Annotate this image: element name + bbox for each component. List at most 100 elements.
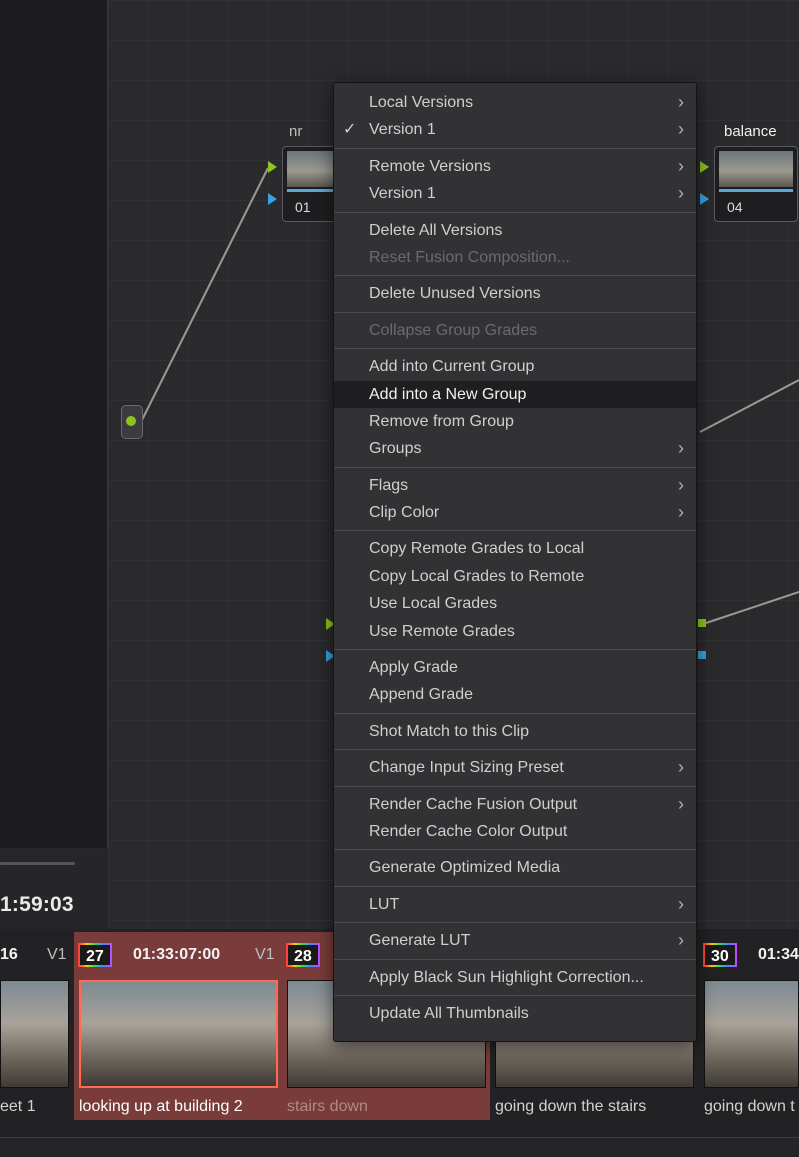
clip-track: V1: [47, 946, 67, 963]
menu-separator: [334, 885, 696, 887]
node-alpha-input-port[interactable]: [268, 193, 277, 205]
submenu-arrow-icon: ›: [678, 92, 684, 112]
menu-item-label: Shot Match to this Clip: [369, 722, 530, 740]
node-rgb-input-port[interactable]: [700, 161, 709, 173]
menu-item-label: Use Local Grades: [369, 595, 498, 613]
node-label-nr: nr: [289, 123, 303, 140]
menu-item-label: Append Grade: [369, 686, 474, 704]
menu-item-label: Render Cache Color Output: [369, 822, 568, 840]
clip-thumbnail-selected[interactable]: [79, 980, 278, 1088]
menu-item-clip-color[interactable]: Clip Color ›: [334, 499, 696, 526]
menu-item-local-versions[interactable]: Local Versions ›: [334, 89, 696, 116]
node-alpha-output-port[interactable]: [698, 651, 706, 659]
node-bar: [719, 189, 793, 192]
node-rgb-input-port[interactable]: [268, 161, 277, 173]
viewer-scrub-bar[interactable]: [0, 862, 75, 865]
clip-track: V1: [255, 946, 275, 963]
menu-item-local-version-1[interactable]: ✓ Version 1 ›: [334, 116, 696, 143]
menu-item-reset-fusion-composition: Reset Fusion Composition...: [334, 244, 696, 271]
menu-item-use-local-grades[interactable]: Use Local Grades: [334, 590, 696, 617]
menu-item-shot-match[interactable]: Shot Match to this Clip: [334, 718, 696, 745]
clip-timecode: 01:33:07:00: [133, 946, 221, 963]
node-bar: [287, 189, 339, 192]
menu-item-label: Delete Unused Versions: [369, 285, 541, 303]
menu-item-collapse-group-grades: Collapse Group Grades: [334, 317, 696, 344]
menu-item-copy-remote-to-local[interactable]: Copy Remote Grades to Local: [334, 535, 696, 562]
menu-separator: [334, 849, 696, 851]
menu-item-append-grade[interactable]: Append Grade: [334, 681, 696, 708]
menu-item-label: Version 1: [369, 121, 436, 139]
menu-separator: [334, 466, 696, 468]
menu-item-label: Use Remote Grades: [369, 622, 515, 640]
menu-item-label: Generate LUT: [369, 932, 471, 950]
menu-item-generate-lut[interactable]: Generate LUT ›: [334, 927, 696, 954]
context-menu: Local Versions › ✓ Version 1 › Remote Versi…: [333, 82, 697, 1042]
menu-item-remove-from-group[interactable]: Remove from Group: [334, 408, 696, 435]
timeline-footer: [0, 1137, 799, 1157]
menu-item-label: Clip Color: [369, 504, 440, 522]
menu-separator: [334, 275, 696, 277]
clip-number-badge: 27: [78, 943, 112, 967]
node-balance[interactable]: 04: [714, 146, 798, 222]
menu-item-label: Change Input Sizing Preset: [369, 759, 564, 777]
menu-item-use-remote-grades[interactable]: Use Remote Grades: [334, 618, 696, 645]
submenu-arrow-icon: ›: [678, 757, 684, 778]
menu-item-label: Copy Remote Grades to Local: [369, 540, 585, 558]
node-rgb-output-port[interactable]: [698, 619, 706, 627]
menu-item-generate-optimized-media[interactable]: Generate Optimized Media: [334, 854, 696, 881]
submenu-arrow-icon: ›: [678, 438, 684, 459]
menu-item-delete-all-versions[interactable]: Delete All Versions: [334, 217, 696, 244]
menu-item-render-cache-fusion-output[interactable]: Render Cache Fusion Output ›: [334, 791, 696, 818]
menu-item-render-cache-color-output[interactable]: Render Cache Color Output: [334, 818, 696, 845]
submenu-arrow-icon: ›: [678, 930, 684, 951]
clip-number-badge: 30: [703, 943, 737, 967]
menu-item-apply-black-sun[interactable]: Apply Black Sun Highlight Correction...: [334, 964, 696, 991]
viewer-transport-area: [0, 849, 107, 929]
menu-item-label: Local Versions: [369, 94, 474, 111]
menu-item-change-input-sizing-preset[interactable]: Change Input Sizing Preset ›: [334, 754, 696, 781]
menu-separator: [334, 211, 696, 213]
menu-item-update-all-thumbnails[interactable]: Update All Thumbnails: [334, 1000, 696, 1027]
menu-separator: [334, 348, 696, 350]
submenu-arrow-icon: ›: [678, 155, 684, 176]
clip-number: 16: [0, 946, 18, 963]
menu-item-groups[interactable]: Groups ›: [334, 435, 696, 462]
menu-item-label: Render Cache Fusion Output: [369, 795, 578, 813]
submenu-arrow-icon: ›: [678, 119, 684, 140]
menu-separator: [334, 147, 696, 149]
menu-separator: [334, 311, 696, 313]
source-input-node[interactable]: [121, 405, 143, 439]
menu-separator: [334, 749, 696, 751]
menu-item-label: Generate Optimized Media: [369, 859, 561, 877]
menu-item-remote-versions[interactable]: Remote Versions ›: [334, 153, 696, 180]
clip-name: stairs down: [287, 1098, 368, 1115]
menu-item-add-into-current-group[interactable]: Add into Current Group: [334, 353, 696, 380]
menu-item-remote-version-1[interactable]: Version 1 ›: [334, 180, 696, 207]
submenu-arrow-icon: ›: [678, 502, 684, 523]
menu-item-copy-local-to-remote[interactable]: Copy Local Grades to Remote: [334, 563, 696, 590]
menu-item-label: Reset Fusion Composition...: [369, 248, 570, 266]
menu-separator: [334, 712, 696, 714]
menu-item-label: Flags: [369, 476, 409, 494]
clip-name: eet 1: [0, 1098, 36, 1115]
clip-thumbnail[interactable]: [704, 980, 799, 1088]
node-alpha-input-port[interactable]: [700, 193, 709, 205]
viewer-timecode: 1:59:03: [0, 893, 74, 916]
menu-item-label: Collapse Group Grades: [369, 321, 538, 339]
clip-thumbnail[interactable]: [0, 980, 69, 1088]
submenu-arrow-icon: ›: [678, 793, 684, 814]
menu-item-label: Apply Black Sun Highlight Correction...: [369, 968, 644, 986]
submenu-arrow-icon: ›: [678, 893, 684, 914]
menu-separator: [334, 994, 696, 996]
menu-item-label: Apply Grade: [369, 659, 458, 677]
menu-item-apply-grade[interactable]: Apply Grade: [334, 654, 696, 681]
source-output-dot: [126, 416, 136, 426]
clip-name: looking up at building 2: [79, 1098, 243, 1115]
menu-item-delete-unused-versions[interactable]: Delete Unused Versions: [334, 280, 696, 307]
menu-item-label: Version 1: [369, 185, 436, 203]
node-number: 04: [727, 199, 743, 215]
menu-item-flags[interactable]: Flags ›: [334, 472, 696, 499]
menu-item-add-into-new-group[interactable]: Add into a New Group: [334, 380, 696, 408]
menu-item-label: Add into Current Group: [369, 358, 535, 376]
menu-item-lut[interactable]: LUT ›: [334, 891, 696, 918]
